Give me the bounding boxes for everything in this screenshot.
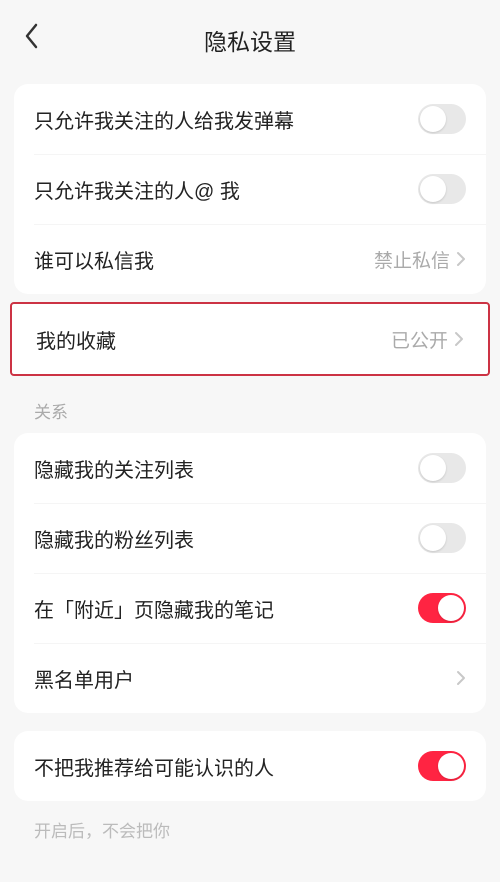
highlighted-row-frame: 我的收藏 已公开 <box>10 302 490 376</box>
row-label: 隐藏我的关注列表 <box>34 454 194 483</box>
section-title-relations: 关系 <box>0 376 500 429</box>
toggle-knob <box>420 176 446 202</box>
toggle-hide-followers[interactable] <box>418 523 466 553</box>
toggle-hide-nearby[interactable] <box>418 593 466 623</box>
settings-group-2: 隐藏我的关注列表 隐藏我的粉丝列表 在「附近」页隐藏我的笔记 黑名单用户 <box>14 433 486 713</box>
back-button[interactable] <box>18 22 46 50</box>
row-danmu-follow-only[interactable]: 只允许我关注的人给我发弹幕 <box>14 84 486 154</box>
row-value: 禁止私信 <box>374 246 450 273</box>
row-right: 已公开 <box>391 326 464 353</box>
row-label: 只允许我关注的人给我发弹幕 <box>34 105 294 134</box>
toggle-knob <box>438 753 464 779</box>
row-my-favorites[interactable]: 我的收藏 已公开 <box>12 306 488 372</box>
chevron-right-icon <box>456 251 466 267</box>
toggle-danmu[interactable] <box>418 104 466 134</box>
row-no-recommend[interactable]: 不把我推荐给可能认识的人 <box>14 731 486 801</box>
header-bar: 隐私设置 <box>0 0 500 72</box>
settings-group-3: 不把我推荐给可能认识的人 <box>14 731 486 801</box>
row-value: 已公开 <box>391 326 448 353</box>
footer-note: 开启后，不会把你 <box>0 801 500 842</box>
row-label: 黑名单用户 <box>34 664 134 693</box>
toggle-mention[interactable] <box>418 174 466 204</box>
row-label: 不把我推荐给可能认识的人 <box>34 752 274 781</box>
row-who-can-dm[interactable]: 谁可以私信我 禁止私信 <box>14 224 486 294</box>
toggle-knob <box>420 455 446 481</box>
toggle-knob <box>438 595 464 621</box>
row-label: 隐藏我的粉丝列表 <box>34 524 194 553</box>
row-label: 谁可以私信我 <box>34 245 154 274</box>
chevron-right-icon <box>454 331 464 347</box>
page-title: 隐私设置 <box>204 23 296 57</box>
row-hide-notes-nearby[interactable]: 在「附近」页隐藏我的笔记 <box>14 573 486 643</box>
row-right <box>456 670 466 686</box>
toggle-hide-following[interactable] <box>418 453 466 483</box>
row-hide-following[interactable]: 隐藏我的关注列表 <box>14 433 486 503</box>
row-blacklist[interactable]: 黑名单用户 <box>14 643 486 713</box>
chevron-left-icon <box>24 23 40 49</box>
row-label: 在「附近」页隐藏我的笔记 <box>34 594 274 623</box>
toggle-knob <box>420 525 446 551</box>
settings-group-1: 只允许我关注的人给我发弹幕 只允许我关注的人@ 我 谁可以私信我 禁止私信 <box>14 84 486 294</box>
toggle-knob <box>420 106 446 132</box>
row-mention-follow-only[interactable]: 只允许我关注的人@ 我 <box>14 154 486 224</box>
row-right: 禁止私信 <box>374 246 466 273</box>
toggle-no-recommend[interactable] <box>418 751 466 781</box>
row-label: 只允许我关注的人@ 我 <box>34 175 240 204</box>
chevron-right-icon <box>456 670 466 686</box>
privacy-settings-screen: 隐私设置 只允许我关注的人给我发弹幕 只允许我关注的人@ 我 谁可以私信我 禁止… <box>0 0 500 882</box>
row-label: 我的收藏 <box>36 325 116 354</box>
row-hide-followers[interactable]: 隐藏我的粉丝列表 <box>14 503 486 573</box>
